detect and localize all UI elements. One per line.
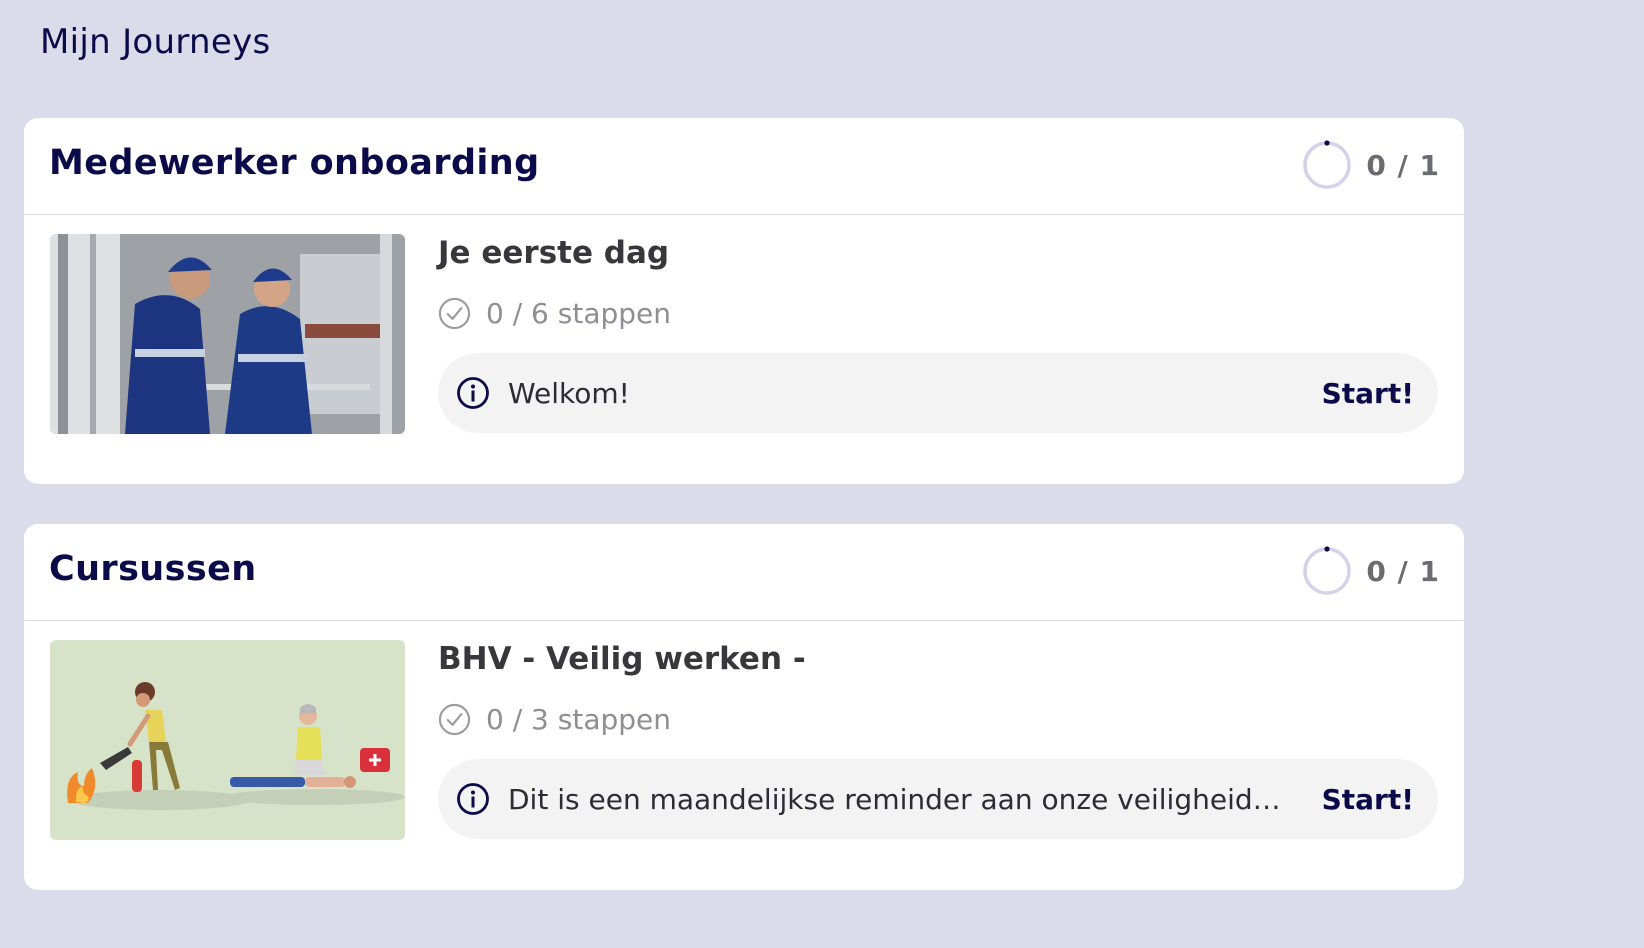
- next-step-label: Dit is een maandelijkse reminder aan onz…: [508, 782, 1322, 816]
- journey-title: Medewerker onboarding: [49, 143, 540, 183]
- page-title: Mijn Journeys: [40, 22, 271, 62]
- start-button[interactable]: Start!: [1322, 783, 1414, 816]
- steps-progress: 0 / 6 stappen: [438, 296, 671, 330]
- workers-illustration: [50, 234, 405, 434]
- check-circle-icon: [438, 297, 471, 329]
- journey-item[interactable]: BHV - Veilig werken - 0 / 3 stappen Dit …: [24, 621, 1464, 889]
- steps-count: 0 / 3 stappen: [486, 702, 672, 736]
- item-title[interactable]: BHV - Veilig werken -: [438, 641, 806, 677]
- progress-count: 0 / 1: [1366, 554, 1440, 588]
- progress-count: 0 / 1: [1366, 148, 1440, 182]
- journey-card-cursussen: Cursussen 0 / 1 BHV - Veilig werken - 0 …: [24, 524, 1464, 890]
- journey-progress: 0 / 1: [1302, 546, 1440, 596]
- journey-thumbnail[interactable]: [50, 640, 405, 840]
- item-title[interactable]: Je eerste dag: [438, 235, 669, 271]
- progress-ring-icon: [1303, 546, 1352, 595]
- safety-illustration: [50, 640, 405, 840]
- journey-thumbnail[interactable]: [50, 234, 405, 434]
- next-step-bar[interactable]: Welkom! Start!: [438, 353, 1438, 433]
- journey-card-onboarding: Medewerker onboarding 0 / 1 Je eerste da…: [24, 118, 1464, 484]
- start-button[interactable]: Start!: [1322, 377, 1414, 410]
- journey-item[interactable]: Je eerste dag 0 / 6 stappen Welkom! Star…: [24, 215, 1464, 483]
- info-icon: [457, 377, 489, 409]
- journey-progress: 0 / 1: [1302, 140, 1440, 190]
- info-icon: [457, 783, 489, 815]
- check-circle-icon: [438, 703, 471, 735]
- steps-count: 0 / 6 stappen: [486, 296, 672, 330]
- progress-ring-icon: [1303, 140, 1352, 189]
- steps-progress: 0 / 3 stappen: [438, 702, 671, 736]
- journey-header: Cursussen 0 / 1: [24, 524, 1464, 621]
- journey-header: Medewerker onboarding 0 / 1: [24, 118, 1464, 215]
- next-step-label: Welkom!: [508, 376, 630, 410]
- next-step-bar[interactable]: Dit is een maandelijkse reminder aan onz…: [438, 759, 1438, 839]
- journey-title: Cursussen: [49, 549, 257, 589]
